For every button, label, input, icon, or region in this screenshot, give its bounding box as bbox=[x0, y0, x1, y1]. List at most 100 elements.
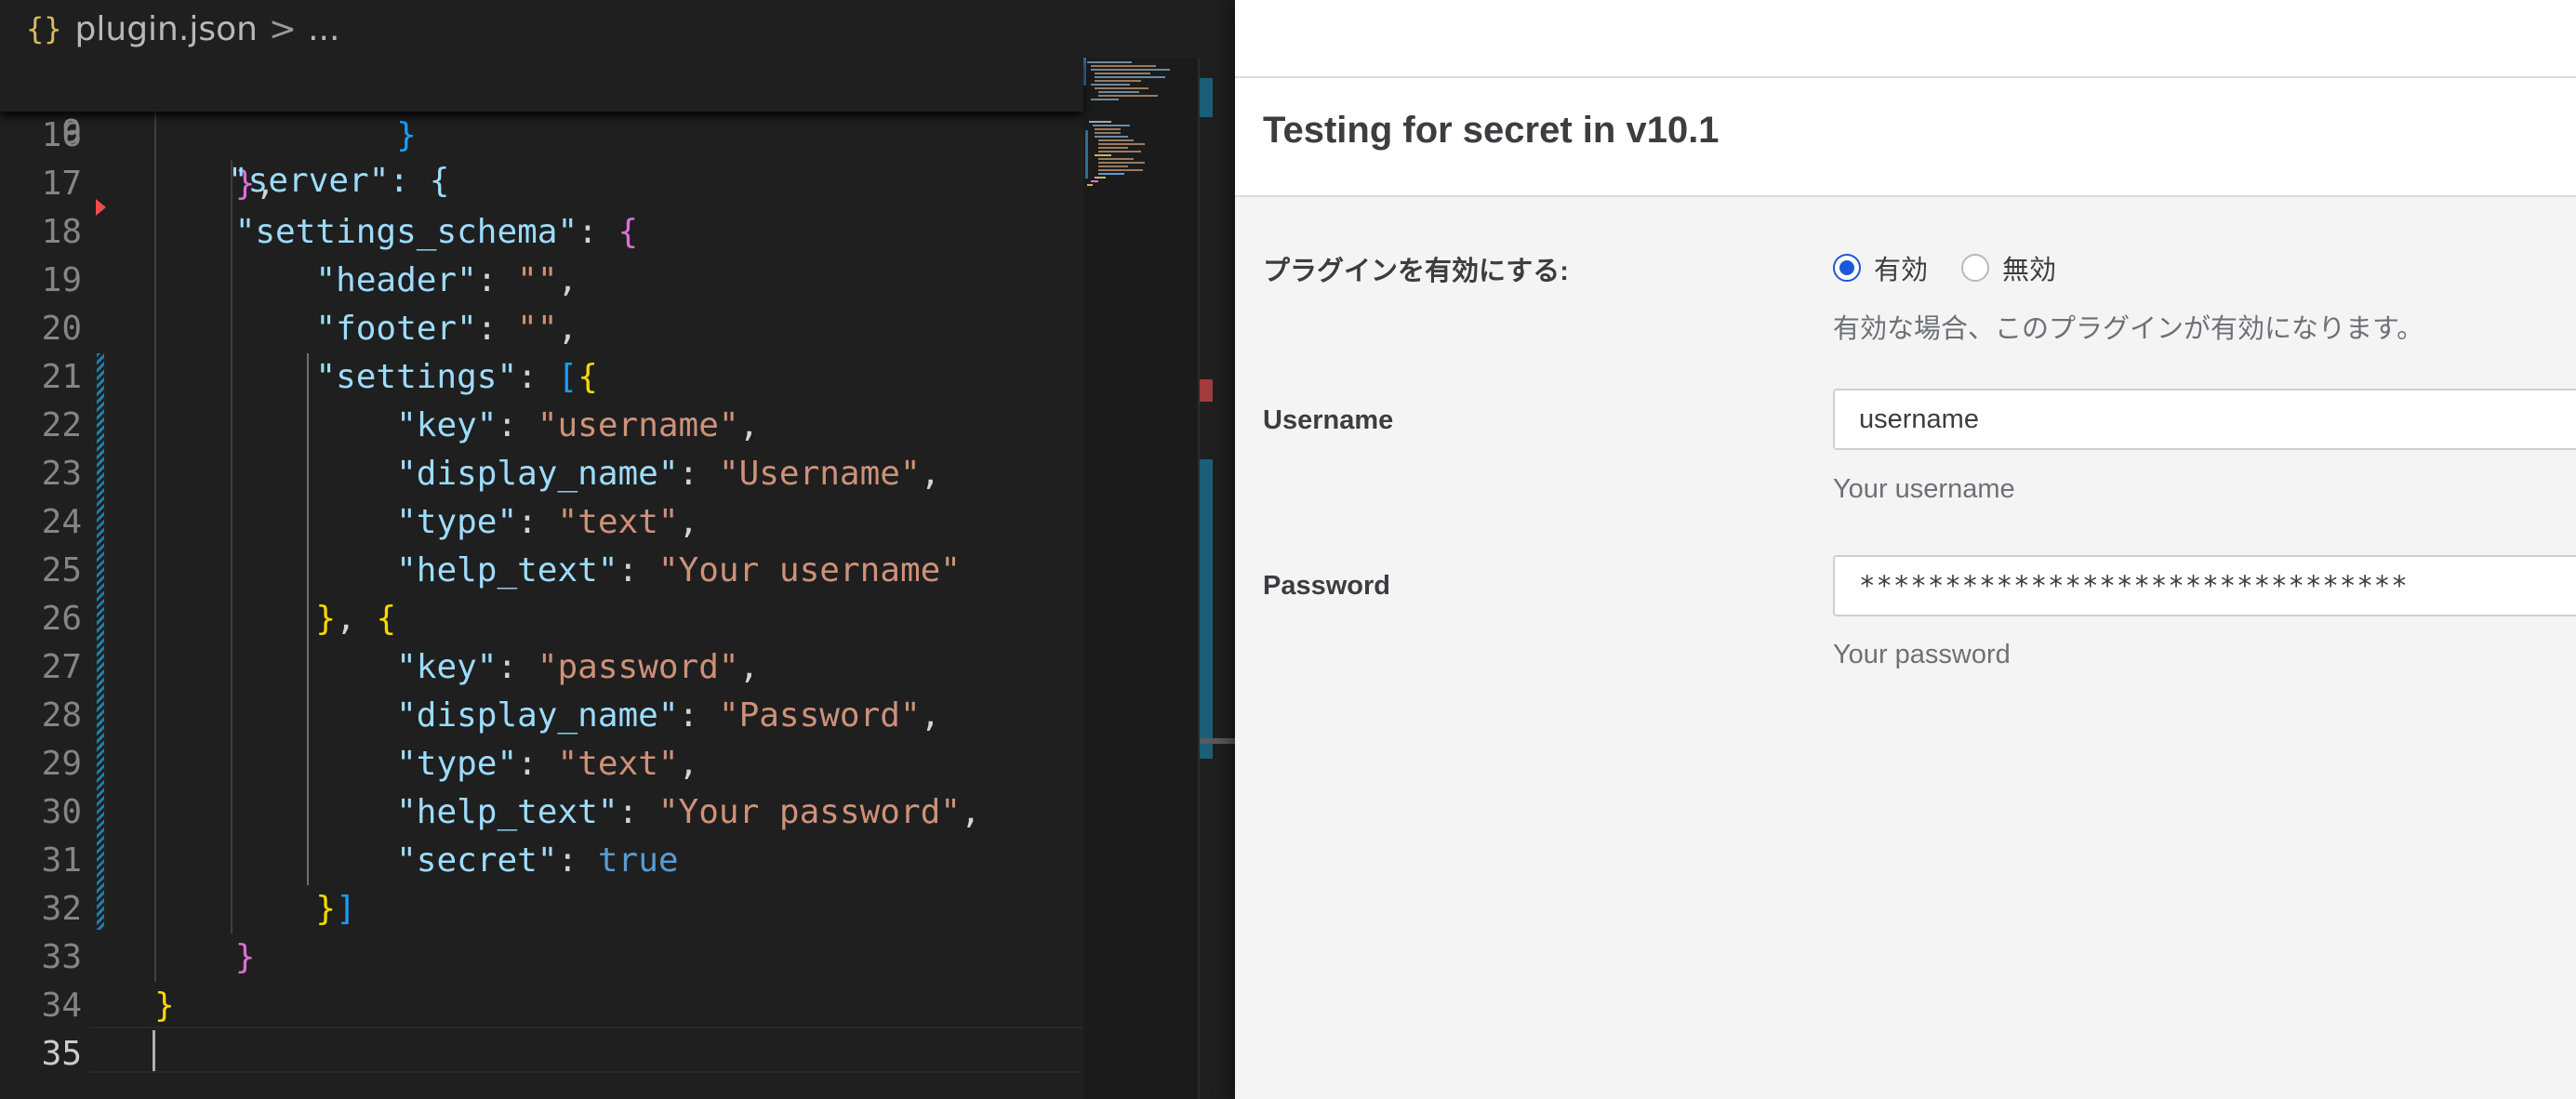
git-modified-gutter bbox=[97, 353, 104, 930]
token: : bbox=[678, 696, 719, 735]
token: } bbox=[315, 600, 337, 638]
token: "display_name" bbox=[396, 455, 679, 493]
token: } bbox=[234, 938, 256, 976]
current-line-highlight bbox=[89, 1026, 1083, 1073]
token: "display_name" bbox=[396, 696, 679, 735]
minimap[interactable] bbox=[1083, 58, 1198, 1099]
line-number: 35 bbox=[41, 1035, 82, 1073]
token: "help_text" bbox=[396, 793, 618, 831]
token: : bbox=[578, 213, 618, 251]
indent-guide bbox=[154, 112, 156, 982]
code-text: "secret": true bbox=[154, 837, 679, 885]
code-text: "settings": [{ bbox=[154, 353, 597, 402]
radio-disabled-label[interactable]: 無効 bbox=[2002, 248, 2056, 287]
code-text: "display_name": "Username", bbox=[154, 450, 940, 498]
username-label: Username bbox=[1263, 405, 1394, 435]
code-line[interactable]: 25 "help_text": "Your username" bbox=[0, 547, 1083, 595]
enable-plugin-radio-group: 有効 無効 bbox=[1833, 249, 2090, 286]
password-label: Password bbox=[1263, 571, 1390, 601]
code-line[interactable]: 31 "secret": true bbox=[0, 837, 1083, 885]
token: , bbox=[557, 261, 578, 299]
code-editor[interactable]: {} plugin.json > ... 9 "server": { 16 } 1… bbox=[0, 0, 1235, 1099]
token: "settings_schema" bbox=[234, 213, 578, 251]
code-line[interactable]: 16 } bbox=[0, 112, 1083, 160]
code-text: "footer": "", bbox=[154, 305, 578, 353]
code-text: "type": "text", bbox=[154, 740, 698, 788]
code-line[interactable]: 21 "settings": [{ bbox=[0, 353, 1083, 402]
token: "footer" bbox=[315, 310, 477, 348]
code-line[interactable]: 27 "key": "password", bbox=[0, 643, 1083, 692]
token: , bbox=[678, 745, 699, 783]
code-text: "key": "password", bbox=[154, 643, 759, 692]
code-line[interactable]: 22 "key": "username", bbox=[0, 402, 1083, 450]
token: , bbox=[738, 648, 760, 686]
breadcrumb: {} plugin.json > ... bbox=[0, 0, 1088, 58]
code-text: } bbox=[154, 933, 256, 982]
code-line[interactable]: 32 }] bbox=[0, 885, 1083, 933]
panel-title-bar: Testing for secret in v10.1 bbox=[1235, 78, 2576, 197]
code-text: }, { bbox=[154, 595, 396, 643]
line-number: 24 bbox=[41, 503, 82, 541]
code-line[interactable]: 17 }, bbox=[0, 160, 1083, 208]
token: : bbox=[497, 406, 538, 444]
sticky-scroll-line[interactable]: 9 "server": { bbox=[0, 58, 1083, 200]
password-help: Your password bbox=[1833, 640, 2011, 669]
token: } bbox=[315, 890, 337, 928]
radio-enabled-label[interactable]: 有効 bbox=[1874, 248, 1928, 287]
code-text: "help_text": "Your username" bbox=[154, 547, 961, 595]
code-line[interactable]: 18 "settings_schema": { bbox=[0, 208, 1083, 257]
code-line[interactable]: 19 "header": "", bbox=[0, 257, 1083, 305]
token: "Your password" bbox=[657, 793, 961, 831]
token: "username" bbox=[537, 406, 739, 444]
token: : bbox=[557, 841, 598, 880]
code-text: } bbox=[154, 982, 175, 1030]
token: "Your username" bbox=[657, 551, 961, 589]
token: , bbox=[920, 455, 941, 493]
token: , bbox=[738, 406, 760, 444]
minimap-graphic bbox=[1083, 58, 1170, 186]
token: "password" bbox=[537, 648, 739, 686]
code-line[interactable]: 33 } bbox=[0, 933, 1083, 982]
breadcrumb-rest[interactable]: ... bbox=[308, 10, 339, 48]
token: "" bbox=[517, 310, 558, 348]
token: : bbox=[497, 648, 538, 686]
token: "Username" bbox=[718, 455, 921, 493]
code-line[interactable]: 23 "display_name": "Username", bbox=[0, 450, 1083, 498]
username-input[interactable]: username bbox=[1833, 389, 2576, 450]
sticky-code: "server": { bbox=[228, 157, 449, 205]
code-line[interactable]: 34} bbox=[0, 982, 1083, 1030]
line-number: 31 bbox=[41, 841, 82, 880]
code-line[interactable]: 30 "help_text": "Your password", bbox=[0, 788, 1083, 837]
code-line[interactable]: 29 "type": "text", bbox=[0, 740, 1083, 788]
code-line[interactable]: 28 "display_name": "Password", bbox=[0, 692, 1083, 740]
token: , bbox=[920, 696, 941, 735]
line-number: 32 bbox=[41, 890, 82, 928]
code-text: "help_text": "Your password", bbox=[154, 788, 981, 837]
line-number: 9 bbox=[61, 113, 82, 152]
breadcrumb-file[interactable]: plugin.json bbox=[75, 10, 258, 48]
token: ] bbox=[336, 890, 356, 928]
password-input[interactable]: ******************************** bbox=[1833, 555, 2576, 616]
token: true bbox=[597, 841, 679, 880]
token: , bbox=[557, 310, 578, 348]
code-line[interactable]: 26 }, { bbox=[0, 595, 1083, 643]
radio-enabled[interactable] bbox=[1833, 254, 1861, 282]
code-line[interactable]: 20 "footer": "", bbox=[0, 305, 1083, 353]
line-number: 23 bbox=[41, 455, 82, 493]
token: "" bbox=[517, 261, 558, 299]
code-line[interactable]: 24 "type": "text", bbox=[0, 498, 1083, 547]
radio-disabled[interactable] bbox=[1961, 254, 1990, 282]
token: "Password" bbox=[718, 696, 921, 735]
token: : bbox=[617, 551, 658, 589]
vertical-scrollbar[interactable] bbox=[1198, 58, 1235, 1099]
enable-plugin-label: プラグインを有効にする: bbox=[1263, 257, 1569, 286]
